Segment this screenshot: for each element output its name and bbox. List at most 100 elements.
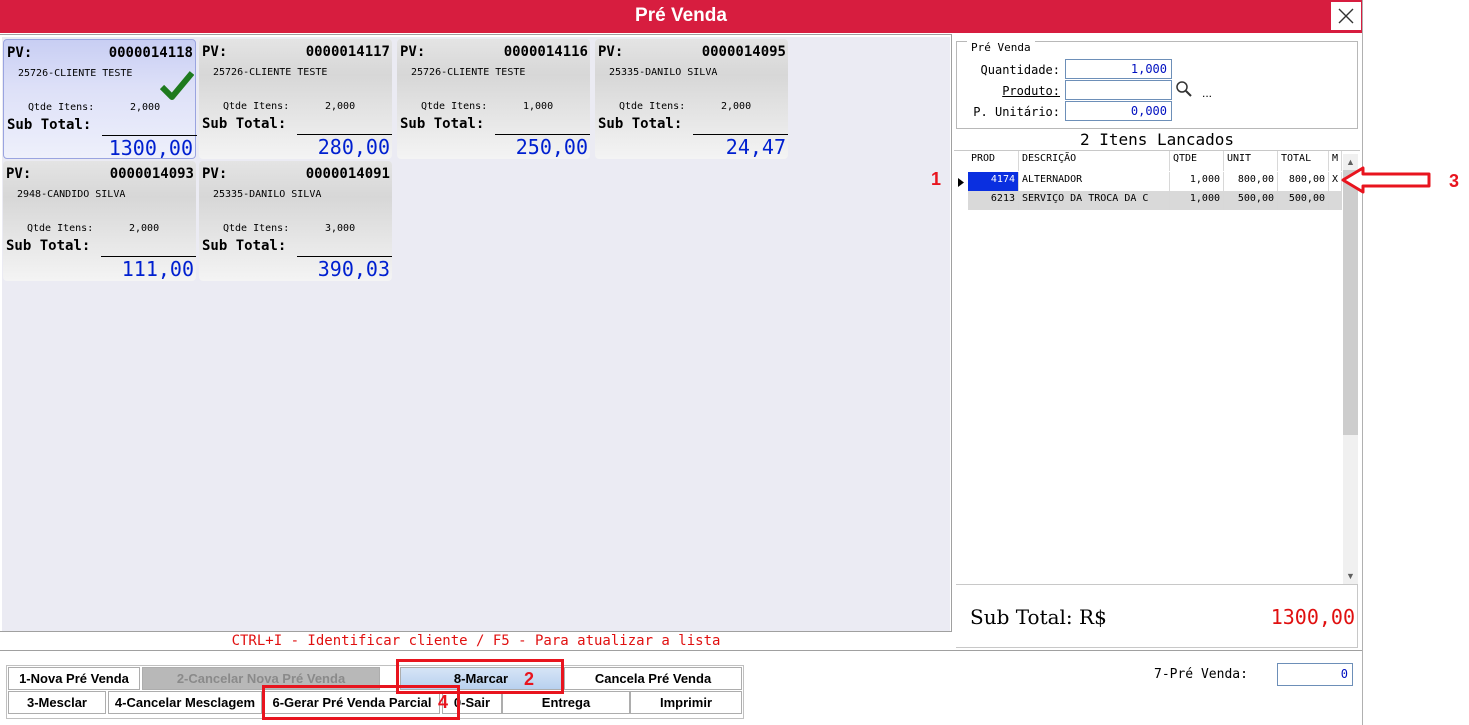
- unitario-input[interactable]: 0,000: [1065, 101, 1172, 121]
- pv-number: 0000014093: [109, 166, 194, 182]
- subtotal-label: Sub Total:: [202, 116, 287, 132]
- cell-prod[interactable]: 4174: [968, 172, 1019, 191]
- client-name: 25335-DANILO SILVA: [213, 189, 322, 200]
- column-header[interactable]: TOTAL: [1278, 151, 1329, 171]
- column-header[interactable]: UNIT: [1224, 151, 1278, 171]
- table-row[interactable]: 6213 SERVIÇO DA TROCA DA C 1,000 500,00 …: [968, 191, 1342, 210]
- pre-venda-card[interactable]: PV: 0000014116 25726-CLIENTE TESTE Qtde …: [397, 39, 590, 159]
- annotation-number: 2: [524, 669, 535, 689]
- pre-venda-list-panel: PV: 0000014118 25726-CLIENTE TESTE Qtde …: [0, 34, 952, 632]
- qtde-label: Qtde Itens:: [421, 101, 488, 112]
- row-pointer-icon: [958, 178, 964, 187]
- vertical-scrollbar[interactable]: ▲ ▼: [1343, 154, 1358, 584]
- pv-number: 0000014091: [305, 166, 390, 182]
- cards-area: PV: 0000014118 25726-CLIENTE TESTE Qtde …: [2, 37, 950, 631]
- close-button[interactable]: [1330, 1, 1362, 31]
- items-title: 2 Itens Lancados: [1079, 130, 1235, 149]
- column-header[interactable]: PROD: [968, 151, 1019, 171]
- qtde-label: Qtde Itens:: [223, 101, 290, 112]
- subtotal-label: Sub Total:: [7, 117, 92, 133]
- subtotal-label: Sub Total:: [598, 116, 683, 132]
- title-bar: Pré Venda: [0, 0, 1362, 33]
- pre-venda-card[interactable]: PV: 0000014095 25335-DANILO SILVA Qtde I…: [595, 39, 788, 159]
- subtotal-value: 111,00: [121, 257, 194, 281]
- subtotal-value: 1300,00: [1270, 605, 1355, 629]
- subtotal-label: Sub Total:: [6, 238, 91, 254]
- subtotal-value: 24,47: [725, 135, 786, 159]
- annotation-highlight: [262, 685, 460, 720]
- cancelar-mesclagem-button[interactable]: 4-Cancelar Mesclagem: [108, 691, 262, 714]
- nova-pre-venda-button[interactable]: 1-Nova Pré Venda: [8, 667, 140, 690]
- pv-number: 0000014117: [305, 44, 390, 60]
- bottom-toolbar: 1-Nova Pré Venda 2-Cancelar Nova Pré Ven…: [0, 650, 1362, 725]
- client-name: 25726-CLIENTE TESTE: [411, 67, 526, 78]
- pre-venda-card[interactable]: PV: 0000014093 2948-CANDIDO SILVA Qtde I…: [3, 161, 196, 281]
- qtde-value: 3,000: [325, 223, 356, 234]
- qtde-value: 2,000: [130, 102, 161, 113]
- qtde-value: 2,000: [721, 101, 752, 112]
- cell-total[interactable]: 500,00: [1278, 191, 1329, 210]
- items-grid: PROD DESCRIÇÃO QTDE UNIT TOTAL M 4174 AL…: [954, 150, 1360, 584]
- pv-label: PV:: [598, 44, 624, 60]
- pv-label: PV:: [202, 44, 228, 60]
- table-row[interactable]: 4174 ALTERNADOR 1,000 800,00 800,00 X: [968, 172, 1342, 191]
- pv-label: PV:: [7, 45, 33, 61]
- cell-prod[interactable]: 6213: [968, 191, 1019, 210]
- scroll-down-icon[interactable]: ▼: [1346, 571, 1355, 581]
- subtotal-box: Sub Total: R$ 1300,00: [956, 584, 1358, 648]
- cell-descricao[interactable]: ALTERNADOR: [1019, 172, 1170, 191]
- pv-number: 0000014116: [503, 44, 588, 60]
- qtde-value: 2,000: [325, 101, 356, 112]
- search-icon[interactable]: [1175, 80, 1193, 98]
- check-icon: [160, 71, 194, 100]
- column-header[interactable]: DESCRIÇÃO: [1019, 151, 1170, 171]
- cell-descricao[interactable]: SERVIÇO DA TROCA DA C: [1019, 191, 1170, 210]
- group-title: Pré Venda: [967, 41, 1035, 54]
- pre-venda-card[interactable]: PV: 0000014091 25335-DANILO SILVA Qtde I…: [199, 161, 392, 281]
- produto-input[interactable]: [1065, 80, 1172, 100]
- subtotal-label: Sub Total:: [400, 116, 485, 132]
- qtde-value: 1,000: [523, 101, 554, 112]
- pv-label: PV:: [400, 44, 426, 60]
- pv-label: PV:: [202, 166, 228, 182]
- imprimir-button[interactable]: Imprimir: [630, 691, 742, 714]
- annotation-number: 3: [1449, 171, 1460, 191]
- window-title: Pré Venda: [635, 5, 727, 26]
- quantidade-input[interactable]: 1,000: [1065, 59, 1172, 79]
- cell-total[interactable]: 800,00: [1278, 172, 1329, 191]
- subtotal-label: Sub Total:: [202, 238, 287, 254]
- client-name: 25726-CLIENTE TESTE: [213, 67, 328, 78]
- cancela-pre-venda-button[interactable]: Cancela Pré Venda: [564, 667, 742, 690]
- client-name: 25335-DANILO SILVA: [609, 67, 718, 78]
- qtde-label: Qtde Itens:: [27, 223, 94, 234]
- quantidade-label: Quantidade:: [980, 63, 1060, 77]
- more-options-button[interactable]: ...: [1202, 86, 1212, 100]
- subtotal-value: 390,03: [317, 257, 390, 281]
- subtotal-value: 1300,00: [108, 136, 193, 160]
- qtde-value: 2,000: [129, 223, 160, 234]
- pre-venda-field-label: 7-Pré Venda:: [1154, 667, 1248, 682]
- pre-venda-field-input[interactable]: 0: [1277, 663, 1353, 686]
- annotation-arrow-icon: [1341, 166, 1431, 194]
- pre-venda-card[interactable]: PV: 0000014117 25726-CLIENTE TESTE Qtde …: [199, 39, 392, 159]
- pre-venda-card[interactable]: PV: 0000014118 25726-CLIENTE TESTE Qtde …: [3, 39, 197, 160]
- pv-number: 0000014095: [701, 44, 786, 60]
- column-header[interactable]: QTDE: [1170, 151, 1224, 171]
- entrega-button[interactable]: Entrega: [502, 691, 630, 714]
- cell-qtde[interactable]: 1,000: [1170, 191, 1224, 210]
- subtotal-value: 280,00: [317, 135, 390, 159]
- window-border: [1362, 0, 1363, 725]
- grid-header: PROD DESCRIÇÃO QTDE UNIT TOTAL M: [968, 151, 1342, 171]
- cell-unit[interactable]: 500,00: [1224, 191, 1278, 210]
- keyboard-hint: CTRL+I - Identificar cliente / F5 - Para…: [0, 632, 952, 650]
- cell-qtde[interactable]: 1,000: [1170, 172, 1224, 191]
- mesclar-button[interactable]: 3-Mesclar: [8, 691, 106, 714]
- qtde-label: Qtde Itens:: [223, 223, 290, 234]
- cell-unit[interactable]: 800,00: [1224, 172, 1278, 191]
- unitario-label: P. Unitário:: [973, 105, 1060, 119]
- pv-number: 0000014118: [108, 45, 193, 61]
- annotation-number: 1: [931, 169, 942, 189]
- qtde-label: Qtde Itens:: [619, 101, 686, 112]
- pv-label: PV:: [6, 166, 32, 182]
- scroll-thumb[interactable]: [1343, 170, 1358, 435]
